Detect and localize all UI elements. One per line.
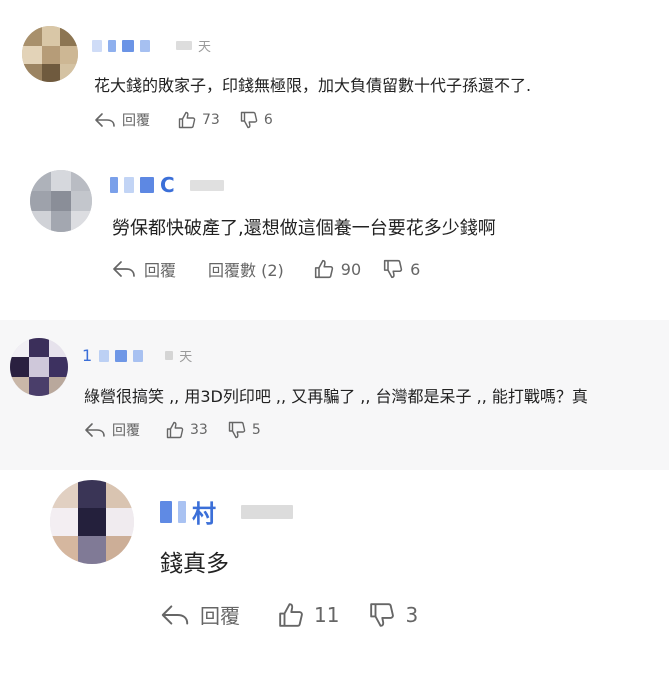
reply-arrow-icon	[94, 112, 116, 128]
reply-button[interactable]: 回覆	[84, 420, 140, 440]
blurred-username[interactable]	[124, 177, 134, 193]
reply-label: 回覆	[200, 604, 240, 628]
blurred-timestamp	[176, 41, 192, 50]
user-name-row: 村	[160, 494, 299, 529]
user-name-row: 天	[92, 36, 211, 55]
blurred-username[interactable]	[110, 177, 118, 193]
reply-label: 回覆	[122, 113, 150, 129]
blurred-username[interactable]	[140, 39, 150, 52]
reply-arrow-icon	[160, 604, 190, 626]
thumbs-up-icon	[178, 111, 196, 129]
dislike-count: 3	[405, 602, 419, 627]
reply-label: 回覆	[144, 261, 177, 280]
like-count: 11	[314, 602, 340, 627]
thumbs-up-icon	[166, 421, 184, 439]
replies-count-label: 回覆數 (2)	[208, 261, 284, 280]
comment-actions: 回覆 11 3	[160, 600, 418, 629]
thumbs-down-icon	[369, 602, 395, 628]
user-name[interactable]: C	[160, 173, 176, 197]
reply-button[interactable]: 回覆	[112, 257, 176, 281]
thumbs-down-icon	[240, 111, 258, 129]
blurred-username[interactable]	[108, 39, 116, 52]
thumbs-up-icon	[278, 602, 304, 628]
blurred-username[interactable]	[115, 349, 128, 362]
timestamp: 天	[179, 350, 193, 365]
comment-text: 勞保都快破產了,還想做這個養一台要花多少錢啊	[112, 218, 496, 239]
timestamp: 天	[198, 40, 212, 55]
reply-button[interactable]: 回覆	[160, 600, 240, 629]
user-name-row: C	[110, 173, 230, 197]
comment-text: 錢真多	[160, 551, 229, 577]
dislike-button[interactable]: 6	[383, 259, 420, 279]
dislike-button[interactable]: 6	[240, 111, 273, 129]
blurred-username[interactable]	[140, 177, 154, 193]
comment-item: 村 錢真多 回覆 11 3	[0, 470, 669, 677]
thumbs-down-icon	[383, 259, 403, 279]
dislike-button[interactable]: 3	[369, 602, 418, 628]
user-name[interactable]: 1	[82, 346, 93, 365]
comment-text: 綠營很搞笑 ,, 用3D列印吧 ,, 又再騙了 ,, 台灣都是呆子 ,, 能打戰…	[84, 387, 588, 406]
dislike-count: 5	[251, 422, 261, 438]
avatar[interactable]	[50, 480, 134, 564]
avatar[interactable]	[10, 338, 68, 396]
dislike-count: 6	[263, 112, 273, 128]
comment-text: 花大錢的敗家子，印錢無極限，加大負債留數十代子孫還不了.	[94, 76, 532, 95]
thumbs-down-icon	[228, 421, 246, 439]
like-button[interactable]: 73	[178, 111, 220, 129]
avatar[interactable]	[22, 26, 78, 82]
like-count: 73	[202, 112, 220, 128]
comment-actions: 回覆 33 5	[84, 420, 261, 440]
dislike-count: 6	[410, 259, 421, 279]
blurred-username[interactable]	[122, 39, 134, 52]
like-button[interactable]: 11	[278, 602, 339, 628]
like-count: 90	[340, 259, 362, 279]
blurred-username[interactable]	[99, 349, 110, 362]
reply-arrow-icon	[112, 260, 136, 278]
comment-thread: 天 花大錢的敗家子，印錢無極限，加大負債留數十代子孫還不了. 回覆 73 6 C…	[0, 0, 669, 677]
blurred-username[interactable]	[92, 39, 102, 52]
blurred-username[interactable]	[178, 500, 186, 523]
comment-item: 1 天 綠營很搞笑 ,, 用3D列印吧 ,, 又再騙了 ,, 台灣都是呆子 ,,…	[0, 320, 669, 470]
blurred-username[interactable]	[160, 500, 172, 523]
like-count: 33	[190, 422, 208, 438]
reply-label: 回覆	[112, 423, 140, 439]
avatar[interactable]	[30, 170, 92, 232]
like-button[interactable]: 33	[166, 421, 208, 439]
dislike-button[interactable]: 5	[228, 421, 261, 439]
blurred-timestamp	[189, 179, 224, 191]
comment-item: C 勞保都快破產了,還想做這個養一台要花多少錢啊 回覆 回覆數 (2) 90 6	[0, 150, 669, 305]
reply-button[interactable]: 回覆	[94, 110, 150, 130]
user-name-row: 1 天	[82, 346, 192, 365]
blurred-username[interactable]	[133, 349, 144, 362]
blurred-timestamp	[165, 351, 174, 360]
reply-arrow-icon	[84, 422, 106, 438]
comment-actions: 回覆 回覆數 (2) 90 6	[112, 257, 420, 281]
view-replies-button[interactable]: 回覆數 (2)	[208, 257, 284, 281]
user-name[interactable]: 村	[192, 494, 217, 529]
like-button[interactable]: 90	[314, 259, 361, 279]
comment-item: 天 花大錢的敗家子，印錢無極限，加大負債留數十代子孫還不了. 回覆 73 6	[0, 0, 669, 150]
thumbs-up-icon	[314, 259, 334, 279]
blurred-timestamp	[241, 504, 293, 519]
comment-actions: 回覆 73 6	[94, 110, 273, 130]
